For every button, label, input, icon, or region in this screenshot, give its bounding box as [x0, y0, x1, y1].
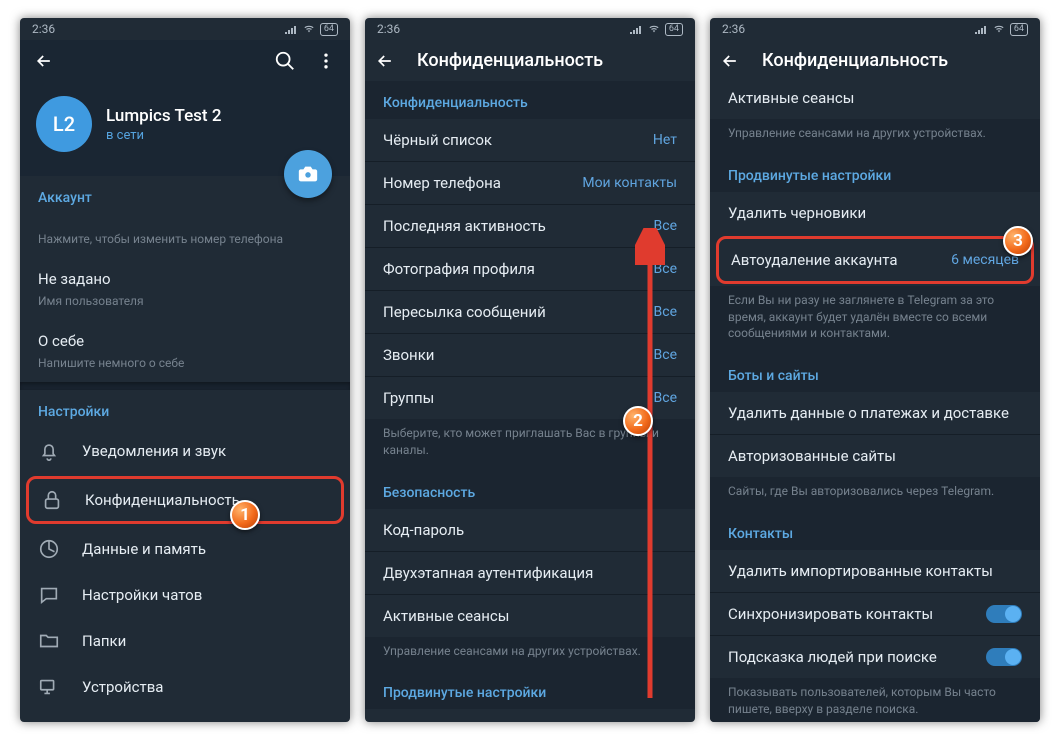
- settings-chat[interactable]: Настройки чатов: [20, 572, 350, 618]
- toggle-sync[interactable]: [986, 605, 1022, 623]
- step-badge-1: 1: [230, 500, 260, 530]
- bio-hint: Напишите немного о себе: [20, 356, 350, 382]
- row-contacts-delete[interactable]: Удалить импортированные контакты: [710, 550, 1040, 592]
- row-autodelete[interactable]: Автоудаление аккаунта 6 месяцев: [719, 239, 1031, 281]
- battery-icon: 64: [320, 23, 338, 36]
- status-icons: 64: [629, 23, 683, 36]
- avatar[interactable]: L2: [36, 96, 92, 152]
- back-icon[interactable]: [720, 51, 740, 71]
- row-blocklist[interactable]: Чёрный списокНет: [365, 119, 695, 161]
- phone-screenshot-1: 2:36 64 L2 Lumpics Test 2 в сети Аккаунт…: [20, 18, 350, 722]
- status-icons: 64: [974, 23, 1028, 36]
- more-icon[interactable]: [316, 51, 336, 71]
- username-hint: Имя пользователя: [20, 294, 350, 320]
- step-badge-2: 2: [623, 406, 653, 436]
- row-sessions[interactable]: Активные сеансы: [710, 81, 1040, 119]
- title-bar: Конфиденциальность: [710, 40, 1040, 81]
- back-icon[interactable]: [375, 51, 395, 71]
- status-icons: 64: [284, 23, 338, 36]
- row-drafts[interactable]: Удалить черновики: [710, 192, 1040, 234]
- bell-icon: [38, 440, 60, 462]
- status-bar: 2:36 64: [20, 18, 350, 40]
- privacy-section-header: Конфиденциальность: [365, 81, 695, 119]
- battery-icon: 64: [1010, 23, 1028, 36]
- battery-icon: 64: [665, 23, 683, 36]
- phone-screenshot-3: 2:36 64 Конфиденциальность Активные сеан…: [710, 18, 1040, 722]
- page-title: Конфиденциальность: [762, 50, 948, 71]
- websites-hint: Сайты, где Вы авторизовались через Teleg…: [710, 477, 1040, 512]
- settings-devices[interactable]: Устройства: [20, 664, 350, 710]
- settings-data[interactable]: Данные и память: [20, 526, 350, 572]
- phone-screenshot-2: 2:36 64 Конфиденциальность Конфиденциаль…: [365, 18, 695, 722]
- wifi-icon: [992, 24, 1006, 34]
- signal-icon: [974, 24, 988, 34]
- camera-fab[interactable]: [284, 150, 332, 198]
- phone-hint: Нажмите, чтобы изменить номер телефона: [20, 232, 350, 258]
- lock-icon: [41, 489, 63, 511]
- folder-icon: [38, 630, 60, 652]
- contacts-hint: Показывать пользователей, которым Вы час…: [710, 678, 1040, 722]
- camera-icon: [297, 163, 319, 185]
- title-bar: Конфиденциальность: [365, 40, 695, 81]
- profile-status: в сети: [106, 128, 221, 143]
- devices-icon: [38, 676, 60, 698]
- page-title: Конфиденциальность: [417, 50, 603, 71]
- settings-header: Настройки: [20, 390, 350, 428]
- settings-privacy[interactable]: Конфиденциальность: [29, 479, 341, 521]
- settings-notifications[interactable]: Уведомления и звук: [20, 428, 350, 474]
- sessions-hint: Управление сеансами на других устройства…: [710, 119, 1040, 154]
- contacts-header: Контакты: [710, 512, 1040, 550]
- chat-icon: [38, 584, 60, 606]
- toggle-suggest[interactable]: [986, 648, 1022, 666]
- signal-icon: [284, 24, 298, 34]
- step-badge-3: 3: [1003, 226, 1033, 256]
- highlight-autodelete: Автоудаление аккаунта 6 месяцев: [716, 236, 1034, 284]
- settings-language[interactable]: Язык: [20, 710, 350, 722]
- wifi-icon: [302, 24, 316, 34]
- status-bar: 2:36 64: [365, 18, 695, 40]
- wifi-icon: [647, 24, 661, 34]
- toolbar: [30, 40, 340, 82]
- status-time: 2:36: [32, 22, 55, 36]
- status-time: 2:36: [377, 22, 400, 36]
- row-contacts-suggest[interactable]: Подсказка людей при поиске: [710, 636, 1040, 678]
- signal-icon: [629, 24, 643, 34]
- highlight-privacy: Конфиденциальность: [26, 476, 344, 524]
- status-bar: 2:36 64: [710, 18, 1040, 40]
- data-icon: [38, 538, 60, 560]
- back-icon[interactable]: [34, 51, 54, 71]
- autodelete-hint: Если Вы ни разу не заглянете в Telegram …: [710, 286, 1040, 354]
- row-websites[interactable]: Авторизованные сайты: [710, 435, 1040, 477]
- profile-header: L2 Lumpics Test 2 в сети: [20, 40, 350, 176]
- row-payments[interactable]: Удалить данные о платежах и доставке: [710, 392, 1040, 434]
- settings-folders[interactable]: Папки: [20, 618, 350, 664]
- profile-name: Lumpics Test 2: [106, 106, 221, 126]
- row-contacts-sync[interactable]: Синхронизировать контакты: [710, 593, 1040, 635]
- swipe-arrow-icon: [635, 228, 665, 708]
- advanced-header: Продвинутые настройки: [710, 154, 1040, 192]
- bots-header: Боты и сайты: [710, 354, 1040, 392]
- row-phone[interactable]: Номер телефонаМои контакты: [365, 162, 695, 204]
- search-icon[interactable]: [274, 50, 296, 72]
- profile-info: L2 Lumpics Test 2 в сети: [30, 82, 340, 156]
- status-time: 2:36: [722, 22, 745, 36]
